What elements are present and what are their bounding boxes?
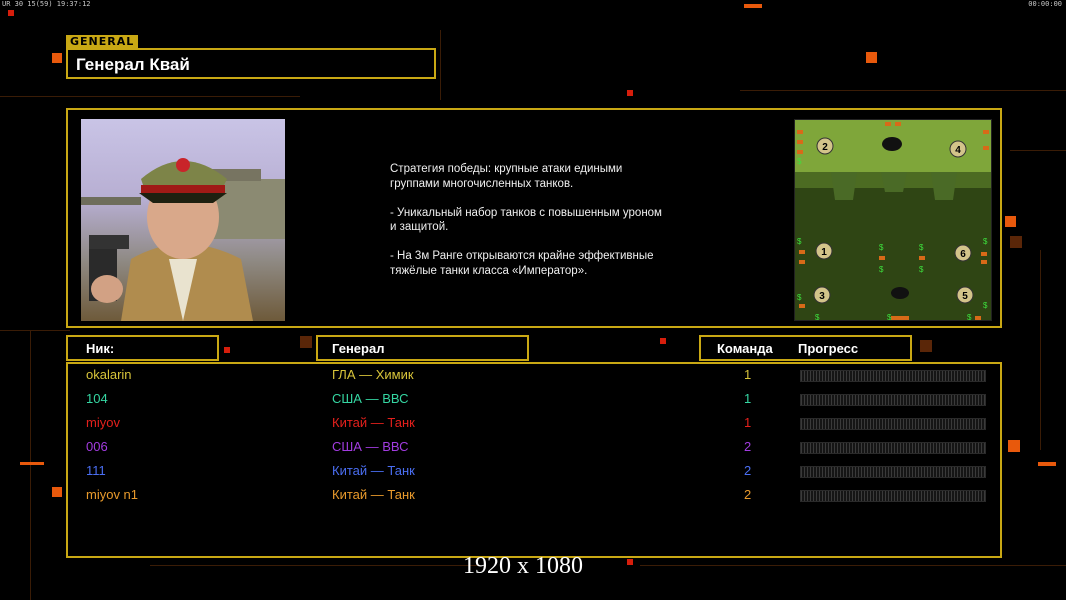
- player-progress-bar: [800, 490, 986, 502]
- general-tag: GENERAL: [66, 35, 138, 48]
- start-slot-6: 6: [960, 249, 966, 260]
- start-slot-1: 1: [821, 247, 827, 258]
- svg-text:$: $: [879, 265, 884, 274]
- player-row: 104 США — ВВС 1: [68, 391, 1000, 411]
- player-progress-bar: [800, 466, 986, 478]
- svg-text:$: $: [879, 243, 884, 252]
- header-progress-label: Прогресс: [798, 341, 859, 356]
- player-general: Китай — Танк: [332, 487, 415, 502]
- svg-text:$: $: [887, 313, 892, 321]
- player-nick: miyov: [86, 415, 120, 430]
- player-row: miyov Китай — Танк 1: [68, 415, 1000, 435]
- player-progress-bar: [800, 418, 986, 430]
- player-row: 111 Китай — Танк 2: [68, 463, 1000, 483]
- player-team: 1: [744, 367, 752, 382]
- start-slot-5: 5: [962, 291, 968, 302]
- svg-text:$: $: [919, 243, 924, 252]
- svg-text:$: $: [919, 265, 924, 274]
- general-info-panel: Стратегия победы: крупные атаки едиными …: [66, 108, 1002, 328]
- fps-stats: UR 30 15(59) 19:37:12: [2, 0, 91, 8]
- start-slot-3: 3: [819, 291, 825, 302]
- minimap: 2 4 1 6 3 5 $ $ $ $ $ $ $ $ $ $ $ $: [794, 119, 992, 321]
- header-nick: Ник:: [66, 335, 219, 361]
- header-nick-label: Ник:: [86, 341, 115, 356]
- strategy-text: Стратегия победы: крупные атаки едиными …: [390, 163, 662, 277]
- player-team: 2: [744, 463, 752, 478]
- resolution-watermark: 1920 x 1080: [463, 553, 583, 579]
- svg-text:$: $: [815, 313, 820, 321]
- player-nick: 111: [86, 463, 106, 478]
- general-name: Генерал Квай: [76, 55, 190, 74]
- header-general: Генерал: [316, 335, 529, 361]
- players-panel: okalarin ГЛА — Химик 1 104 США — ВВС 1 m…: [66, 362, 1002, 558]
- header-general-label: Генерал: [332, 341, 385, 356]
- player-general: ГЛА — Химик: [332, 367, 414, 382]
- svg-text:$: $: [983, 237, 988, 246]
- player-nick: miyov n1: [86, 487, 139, 502]
- player-team: 2: [744, 487, 752, 502]
- player-row: 006 США — ВВС 2: [68, 439, 1000, 459]
- general-name-box: Генерал Квай: [66, 48, 436, 79]
- svg-text:$: $: [983, 301, 988, 310]
- svg-text:$: $: [797, 237, 802, 246]
- player-row: miyov n1 Китай — Танк 2: [68, 487, 1000, 507]
- player-progress-bar: [800, 370, 986, 382]
- player-general: Китай — Танк: [332, 463, 415, 478]
- header-team-progress: Команда Прогресс: [699, 335, 912, 361]
- player-nick: okalarin: [86, 367, 132, 382]
- start-slot-2: 2: [822, 142, 828, 153]
- player-general: США — ВВС: [332, 439, 409, 454]
- start-slot-4: 4: [955, 145, 961, 156]
- player-team: 1: [744, 391, 752, 406]
- header-team-label: Команда: [717, 341, 773, 356]
- svg-text:$: $: [797, 157, 802, 166]
- svg-text:$: $: [967, 313, 972, 321]
- player-progress-bar: [800, 394, 986, 406]
- game-clock: 00:00:00: [1028, 0, 1062, 8]
- player-team: 1: [744, 415, 752, 430]
- player-general: США — ВВС: [332, 391, 409, 406]
- player-nick: 006: [86, 439, 108, 454]
- general-portrait: [81, 119, 285, 321]
- player-team: 2: [744, 439, 752, 454]
- svg-text:$: $: [797, 293, 802, 302]
- player-row: okalarin ГЛА — Химик 1: [68, 367, 1000, 387]
- player-nick: 104: [86, 391, 108, 406]
- player-progress-bar: [800, 442, 986, 454]
- player-general: Китай — Танк: [332, 415, 415, 430]
